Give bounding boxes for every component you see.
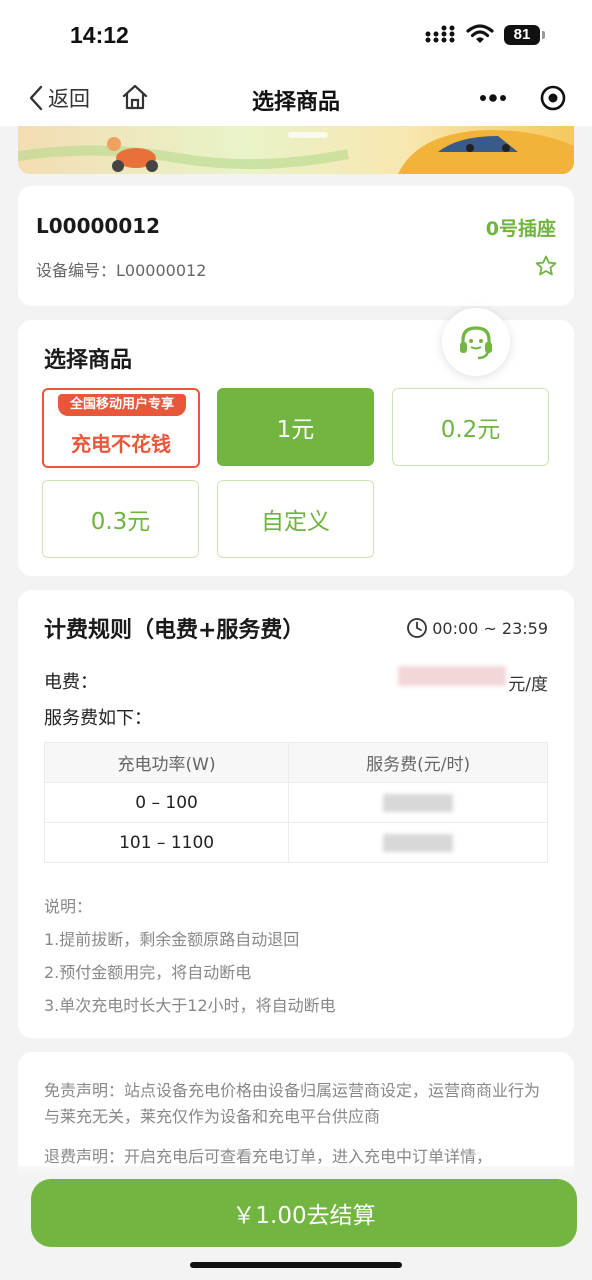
more-icon[interactable]	[478, 84, 508, 112]
table-header-power: 充电功率(W)	[43, 742, 290, 783]
product-select-card: 选择商品 全国移动用户专享 充电不花钱 1元 0.2元 0.3元 自定义	[18, 308, 574, 576]
close-miniprogram-icon[interactable]	[538, 83, 568, 113]
table-row: 0 – 100	[43, 782, 548, 823]
battery-icon: 81	[504, 25, 540, 45]
electricity-unit: 元/度	[508, 675, 548, 695]
clock-icon	[407, 618, 428, 638]
device-number-label: 设备编号：	[36, 261, 117, 280]
device-number: 设备编号：L00000012	[36, 257, 206, 281]
battery-tip	[542, 31, 545, 39]
option-0.2-yuan[interactable]: 0.2元	[392, 388, 549, 466]
fee-section-title: 计费规则（电费+服务费）	[44, 618, 305, 643]
status-bar: 14:12 81	[0, 0, 592, 70]
headset-icon	[460, 326, 492, 360]
device-number-value: L00000012	[116, 261, 207, 280]
wifi-icon	[466, 24, 494, 43]
product-section-title: 选择商品	[44, 348, 133, 373]
table-cell-fee-redacted	[288, 822, 548, 863]
note-item: 2.预付金额用完，将自动断电	[44, 963, 252, 982]
note-item: 3.单次充电时长大于12小时，将自动断电	[44, 996, 336, 1015]
electricity-label: 电费：	[44, 672, 98, 693]
table-header-fee: 服务费(元/时)	[288, 742, 548, 783]
free-disclaimer: 免责声明：站点设备充电价格由设备归属运营商设定，运营商商业行为与莱充无关，莱充仅…	[44, 1081, 541, 1126]
nav-bar: 返回 选择商品	[0, 70, 592, 126]
table-cell-fee-redacted	[288, 782, 548, 823]
time-range: 00:00 ~ 23:59	[406, 617, 548, 639]
device-card: L00000012 0号插座 设备编号：L00000012	[18, 186, 574, 306]
option-custom[interactable]: 自定义	[217, 480, 374, 558]
device-id: L00000012	[36, 214, 161, 238]
status-time: 14:12	[70, 22, 129, 48]
electricity-price-redacted	[398, 666, 506, 686]
fee-rules-card: 计费规则（电费+服务费） 00:00 ~ 23:59 电费： 元/度 服务费如下…	[18, 590, 574, 1038]
favorite-star-icon[interactable]	[534, 254, 558, 278]
table-cell-power: 101 – 1100	[43, 822, 290, 863]
table-cell-power: 0 – 100	[43, 782, 290, 823]
home-indicator	[190, 1262, 402, 1268]
banner-illustration	[18, 130, 574, 174]
option-0.3-yuan[interactable]: 0.3元	[42, 480, 199, 558]
table-row: 101 – 1100	[43, 822, 548, 863]
notes-title: 说明：	[44, 897, 93, 916]
table-header-row: 充电功率(W) 服务费(元/时)	[43, 742, 548, 783]
customer-service-button[interactable]	[442, 308, 510, 376]
cellular-signal-icon	[425, 25, 455, 43]
promo-banner[interactable]	[18, 126, 574, 174]
note-item: 1.提前拔断，剩余金额原路自动退回	[44, 930, 300, 949]
option-1-yuan[interactable]: 1元	[217, 388, 374, 466]
time-range-text: 00:00 ~ 23:59	[432, 618, 548, 638]
disclaimer-card: 免责声明：站点设备充电价格由设备归属运营商设定，运营商商业行为与莱充无关，莱充仅…	[18, 1052, 574, 1182]
service-fee-table: 充电功率(W) 服务费(元/时) 0 – 100 101 – 1100	[43, 742, 548, 863]
service-label: 服务费如下：	[44, 708, 152, 729]
promo-main-text: 充电不花钱	[71, 432, 171, 456]
promo-tag: 全国移动用户专享	[58, 394, 186, 416]
socket-label: 0号插座	[485, 218, 556, 240]
checkout-button[interactable]: ￥1.00去结算	[31, 1179, 577, 1247]
notes: 说明： 1.提前拔断，剩余金额原路自动退回 2.预付金额用完，将自动断电 3.单…	[44, 890, 336, 1022]
promo-option[interactable]: 全国移动用户专享 充电不花钱	[42, 388, 200, 468]
